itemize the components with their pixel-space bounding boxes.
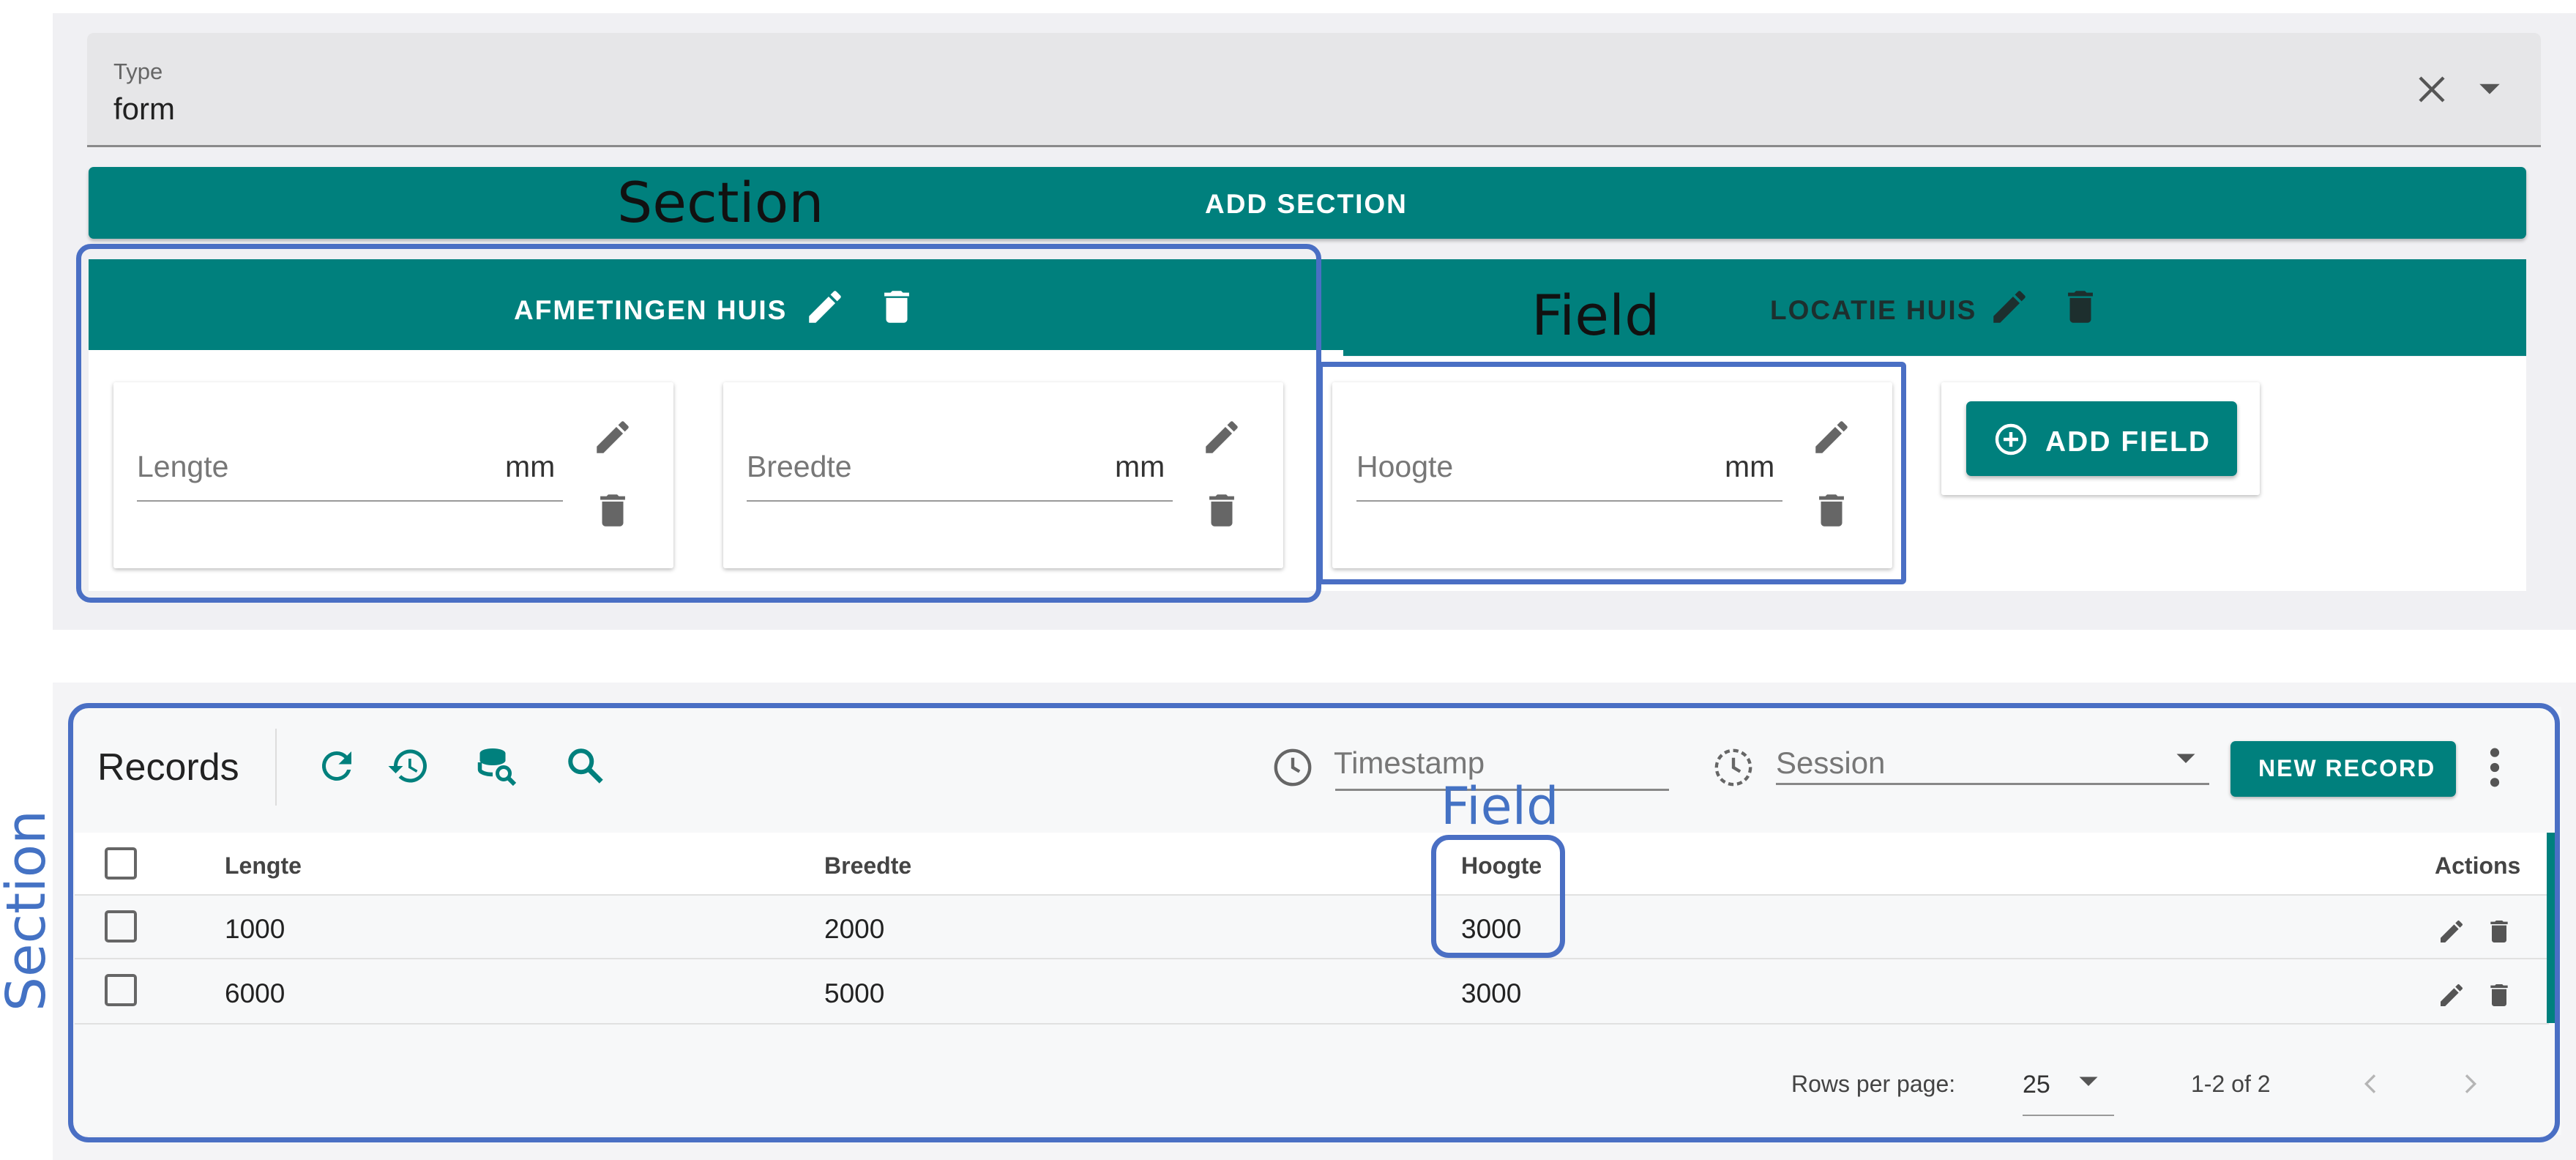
section-annotation-box bbox=[76, 244, 1321, 603]
trash-icon[interactable] bbox=[2059, 286, 2102, 328]
add-section-label: ADD SECTION bbox=[1205, 189, 1408, 219]
annotation-section-side: Section bbox=[0, 810, 58, 1011]
type-select-label: Type bbox=[113, 59, 163, 84]
annotation-field-top: Field bbox=[1531, 283, 1660, 348]
type-select-value: form bbox=[113, 92, 175, 126]
close-icon[interactable] bbox=[2414, 72, 2449, 107]
annotation-field-bottom: Field bbox=[1441, 776, 1559, 836]
cell-field-annotation-box bbox=[1431, 835, 1565, 958]
chevron-down-icon[interactable] bbox=[2477, 82, 2502, 98]
add-field-label: ADD FIELD bbox=[2045, 426, 2211, 458]
annotation-section-top: Section bbox=[617, 170, 824, 235]
field-annotation-box bbox=[1318, 362, 1906, 584]
plus-circle-icon bbox=[1993, 422, 2028, 457]
type-select[interactable] bbox=[87, 33, 2541, 147]
records-section-annotation-box bbox=[68, 703, 2560, 1142]
pencil-icon[interactable] bbox=[1988, 286, 2031, 328]
tab-locatie-huis[interactable]: LOCATIE HUIS bbox=[1770, 295, 1976, 326]
